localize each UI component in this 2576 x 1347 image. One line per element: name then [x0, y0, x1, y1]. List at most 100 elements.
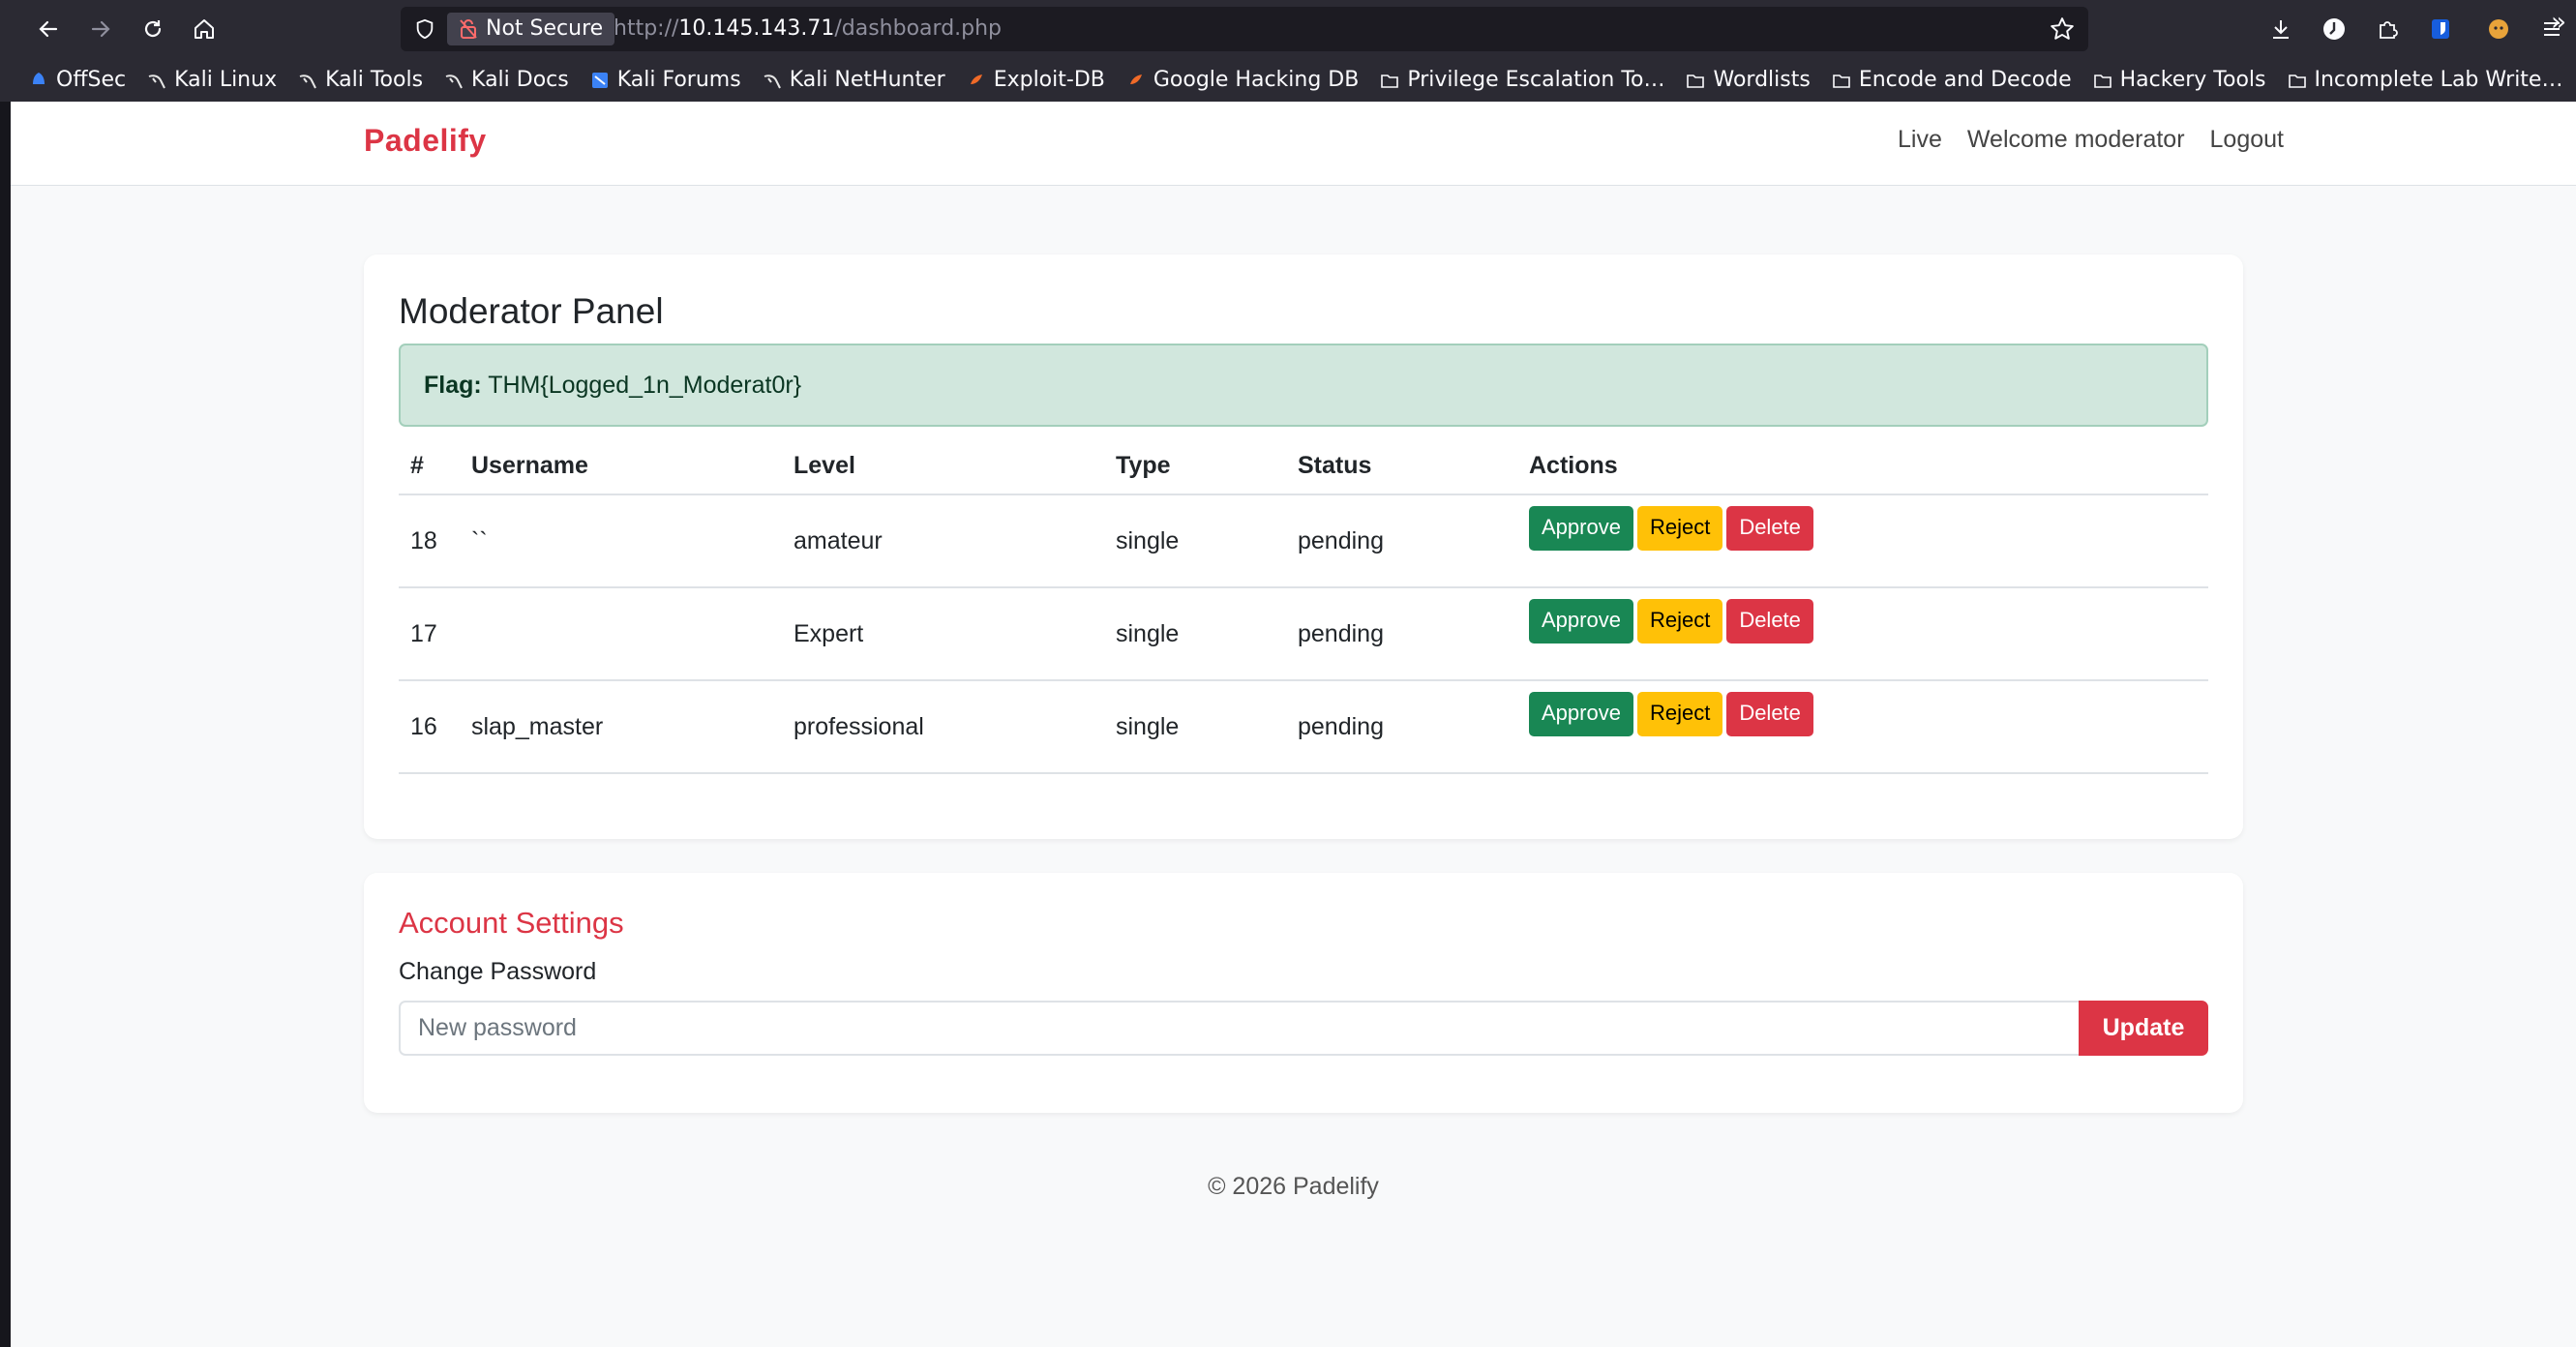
bookmark-item[interactable]: Hackery Tools	[2093, 68, 2266, 92]
bitwarden-button[interactable]	[2424, 13, 2457, 45]
bookmark-item[interactable]: Kali Tools	[298, 68, 423, 92]
not-secure-badge[interactable]: Not Secure	[447, 13, 615, 45]
reject-button[interactable]: Reject	[1636, 599, 1723, 644]
home-button[interactable]	[186, 11, 223, 47]
delete-button[interactable]: Delete	[1726, 599, 1813, 644]
browser-chrome: Not Secure http://10.145.143.71/dashboar…	[0, 0, 2576, 102]
url-text[interactable]: http://10.145.143.71/dashboard.php	[614, 7, 1002, 51]
brand-logo[interactable]: Padelify	[364, 123, 487, 159]
cell-username: slap_master	[460, 680, 782, 774]
bookmark-item[interactable]: Encode and Decode	[1832, 68, 2072, 92]
approve-button[interactable]: Approve	[1529, 692, 1633, 736]
bookmark-label: Google Hacking DB	[1153, 68, 1360, 92]
downloads-button[interactable]	[2264, 13, 2297, 45]
nav-logout-link[interactable]: Logout	[2210, 126, 2284, 154]
cell-id: 18	[399, 494, 460, 588]
folder-icon	[2288, 71, 2307, 90]
panel-title: Moderator Panel	[399, 291, 664, 331]
cell-type: single	[1104, 680, 1286, 774]
reload-button[interactable]	[135, 11, 171, 47]
puzzle-icon	[2380, 21, 2398, 39]
bookmark-item[interactable]: Kali Forums	[590, 68, 741, 92]
cell-id: 17	[399, 587, 460, 681]
bookmark-label: Kali Docs	[471, 68, 569, 92]
bookmark-label: Incomplete Lab Write…	[2314, 68, 2563, 92]
extensions-button[interactable]	[2371, 13, 2404, 45]
bitwarden-icon	[2432, 19, 2449, 39]
bookmark-item[interactable]: Exploit-DB	[967, 68, 1105, 92]
cell-type: single	[1104, 587, 1286, 681]
nav-links: Live Welcome moderator Logout	[1898, 126, 2284, 154]
bookmarks-overflow-icon[interactable]: »	[2551, 8, 2566, 37]
bookmark-item[interactable]: Google Hacking DB	[1126, 68, 1359, 92]
bookmark-star-icon[interactable]	[2050, 16, 2075, 42]
folder-icon	[2093, 71, 2112, 90]
table-row: 17 Expert single pending Approve Reject De…	[399, 587, 2208, 681]
col-header-status: Status	[1286, 438, 1517, 495]
bookmark-item[interactable]: Kali Docs	[444, 68, 569, 92]
back-arrow-icon	[39, 20, 58, 38]
reject-button[interactable]: Reject	[1636, 692, 1723, 736]
bookmark-item[interactable]: Wordlists	[1686, 68, 1811, 92]
approve-button[interactable]: Approve	[1529, 506, 1633, 551]
bookmark-label: OffSec	[56, 68, 127, 92]
kali-dragon-icon	[444, 71, 464, 90]
bookmark-label: Kali Linux	[174, 68, 278, 92]
bookmark-label: Hackery Tools	[2119, 68, 2266, 92]
account-button[interactable]	[2318, 13, 2351, 45]
table-row: 16 slap_master professional single pendi…	[399, 680, 2208, 774]
change-password-label: Change Password	[399, 958, 597, 985]
cell-id: 16	[399, 680, 460, 774]
bookmark-label: Exploit-DB	[993, 68, 1105, 92]
exploitdb-icon	[967, 71, 986, 90]
forward-button[interactable]	[82, 11, 119, 47]
address-bar[interactable]: Not Secure http://10.145.143.71/dashboar…	[401, 7, 2088, 51]
update-button[interactable]: Update	[2079, 1001, 2208, 1056]
moderator-panel-card: Moderator Panel Flag: THM{Logged_1n_Mode…	[364, 254, 2243, 839]
back-button[interactable]	[30, 11, 67, 47]
col-header-actions: Actions	[1517, 438, 2208, 495]
cell-level: amateur	[782, 494, 1104, 588]
col-header-level: Level	[782, 438, 1104, 495]
exploitdb-icon	[1126, 71, 1146, 90]
home-icon	[195, 19, 214, 39]
forward-arrow-icon	[91, 20, 110, 38]
cell-actions: Approve Reject Delete	[1517, 494, 2208, 588]
delete-button[interactable]: Delete	[1726, 506, 1813, 551]
requests-table: # Username Level Type Status Actions 18 …	[399, 438, 2208, 774]
bookmark-label: Kali NetHunter	[789, 68, 945, 92]
bookmark-item[interactable]: OffSec	[29, 68, 126, 92]
table-row: 18 `` amateur single pending Approve Reje…	[399, 494, 2208, 588]
bookmark-item[interactable]: Kali Linux	[147, 68, 277, 92]
browser-toolbar: Not Secure http://10.145.143.71/dashboar…	[0, 0, 2576, 58]
cell-level: professional	[782, 680, 1104, 774]
col-header-username: Username	[460, 438, 782, 495]
cell-actions: Approve Reject Delete	[1517, 680, 2208, 774]
terminal-edge	[0, 102, 11, 1347]
bookmark-item[interactable]: Privilege Escalation To…	[1380, 68, 1664, 92]
account-settings-title: Account Settings	[399, 906, 624, 940]
offsec-icon	[29, 71, 48, 90]
kali-dragon-icon	[763, 71, 782, 90]
account-settings-card: Account Settings Change Password Update	[364, 873, 2243, 1113]
approve-button[interactable]: Approve	[1529, 599, 1633, 644]
nav-live-link[interactable]: Live	[1898, 126, 1942, 154]
new-password-input[interactable]	[399, 1001, 2079, 1056]
cell-type: single	[1104, 494, 1286, 588]
nav-welcome-text: Welcome moderator	[1966, 126, 2185, 153]
bookmark-item[interactable]: Incomplete Lab Write…	[2288, 68, 2563, 92]
foxyproxy-button[interactable]	[2482, 13, 2515, 45]
reject-button[interactable]: Reject	[1636, 506, 1723, 551]
delete-button[interactable]: Delete	[1726, 692, 1813, 736]
bookmark-item[interactable]: Kali NetHunter	[763, 68, 945, 92]
tracking-shield-icon[interactable]	[414, 18, 435, 40]
kali-dragon-icon	[147, 71, 166, 90]
not-secure-label: Not Secure	[486, 16, 604, 41]
kali-dragon-icon	[298, 71, 317, 90]
bookmark-label: Kali Forums	[616, 68, 741, 92]
kali-forums-icon	[590, 71, 610, 90]
cell-level: Expert	[782, 587, 1104, 681]
download-icon	[2273, 20, 2289, 39]
url-host: 10.145.143.71	[678, 16, 835, 41]
page-footer: © 2026 Padelify	[1208, 1173, 1379, 1200]
